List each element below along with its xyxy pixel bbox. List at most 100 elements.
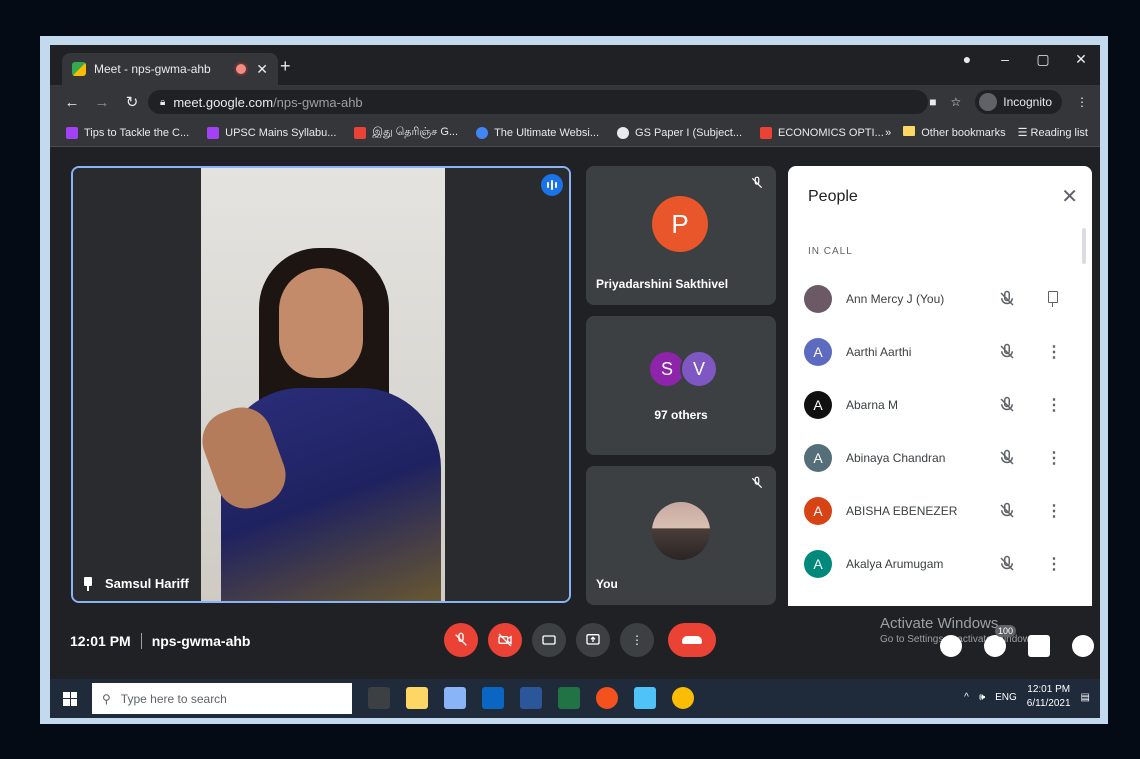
file-explorer-icon[interactable]: [406, 687, 428, 709]
participant-name: Priyadarshini Sakthivel: [596, 277, 729, 291]
more-bookmarks-button[interactable]: »: [885, 127, 891, 139]
self-name: You: [596, 577, 618, 591]
speaker-video: [201, 168, 447, 601]
minimize-button[interactable]: –: [986, 51, 1024, 68]
bookmark-item[interactable]: UPSC Mains Syllabu...: [207, 126, 336, 139]
restore-button[interactable]: ▢: [1024, 51, 1062, 68]
bookmark-item[interactable]: ECONOMICS OPTI...: [760, 126, 884, 139]
bookmark-favicon-icon: [617, 126, 630, 139]
participant-row[interactable]: A ABISHA EBENEZER ⋮: [788, 484, 1092, 537]
more-vert-icon[interactable]: ⋮: [1046, 448, 1062, 468]
toggle-mic-button[interactable]: [444, 623, 478, 657]
toolbar-right: ■ ☆ Incognito ⋮: [929, 90, 1088, 114]
network-app-icon[interactable]: [444, 687, 466, 709]
meeting-details-button[interactable]: [940, 635, 962, 657]
toggle-camera-button[interactable]: [488, 623, 522, 657]
reload-button[interactable]: ↻: [124, 93, 140, 111]
self-tile[interactable]: You: [586, 466, 776, 605]
bookmark-item[interactable]: Tips to Tackle the C...: [66, 126, 189, 139]
incognito-label: Incognito: [1003, 95, 1052, 109]
participant-tile[interactable]: P Priyadarshini Sakthivel: [586, 166, 776, 305]
participant-avatar: P: [652, 196, 708, 252]
participant-row[interactable]: Ann Mercy J (You): [788, 272, 1092, 325]
meeting-info: 12:01 PM nps-gwma-ahb: [70, 633, 250, 649]
taskbar-clock[interactable]: 12:01 PM 6/11/2021: [1027, 683, 1071, 711]
meeting-code: nps-gwma-ahb: [151, 633, 251, 649]
close-window-button[interactable]: ✕: [1062, 51, 1100, 68]
bookmark-item[interactable]: இது தெரிஞ்ச G...: [354, 126, 458, 140]
mic-off-icon[interactable]: [998, 502, 1016, 520]
mic-off-icon[interactable]: [998, 343, 1016, 361]
pin-icon[interactable]: [1046, 290, 1058, 307]
chat-button[interactable]: [1028, 635, 1050, 657]
incognito-icon: [979, 93, 998, 111]
new-tab-button[interactable]: +: [280, 56, 291, 77]
tray-overflow-icon[interactable]: ^: [964, 692, 969, 703]
people-button[interactable]: 100: [984, 625, 1016, 657]
participant-row[interactable]: A Abarna M ⋮: [788, 378, 1092, 431]
terminal-app-icon[interactable]: [368, 687, 390, 709]
mic-off-icon[interactable]: [998, 290, 1016, 308]
mic-off-icon[interactable]: [998, 396, 1016, 414]
other-bookmarks-button[interactable]: Other bookmarks: [903, 126, 1006, 139]
bookmark-item[interactable]: The Ultimate Websi...: [476, 126, 599, 139]
participant-row[interactable]: A Abinaya Chandran ⋮: [788, 431, 1092, 484]
bookmark-favicon-icon: [207, 126, 220, 139]
excel-icon[interactable]: [558, 687, 580, 709]
speaking-indicator-icon: [541, 174, 563, 196]
app-icon[interactable]: [596, 687, 618, 709]
participant-row[interactable]: A Aarthi Aarthi ⋮: [788, 325, 1092, 378]
notifications-icon[interactable]: ▤: [1081, 692, 1090, 703]
present-now-button[interactable]: [576, 623, 610, 657]
pin-icon[interactable]: [83, 576, 93, 591]
bookmark-star-icon[interactable]: ☆: [951, 95, 962, 109]
language-indicator[interactable]: ENG: [995, 692, 1017, 703]
close-icon[interactable]: ✕: [1061, 184, 1078, 209]
windows-logo-icon: [63, 691, 77, 706]
back-button[interactable]: ←: [64, 94, 80, 111]
browser-menu-icon[interactable]: ⋮: [1076, 95, 1088, 109]
more-vert-icon[interactable]: ⋮: [1046, 554, 1062, 574]
browser-tab[interactable]: Meet - nps-gwma-ahb ✕: [62, 53, 278, 85]
leave-call-button[interactable]: [668, 623, 716, 657]
youtube-favicon-icon: [354, 126, 367, 139]
word-icon[interactable]: [520, 687, 542, 709]
taskbar-apps: [368, 687, 694, 709]
participant-row[interactable]: A Akalya Arumugam ⋮: [788, 537, 1092, 590]
tab-close-icon[interactable]: ✕: [256, 61, 268, 78]
start-button[interactable]: [50, 679, 90, 718]
camera-icon[interactable]: ■: [929, 95, 936, 109]
reading-list-button[interactable]: ☰ Reading list: [1018, 126, 1088, 139]
chrome-icon[interactable]: [672, 687, 694, 709]
more-options-button[interactable]: ⋮: [620, 623, 654, 657]
activities-button[interactable]: [1072, 635, 1094, 657]
volume-icon[interactable]: 🕪: [979, 692, 985, 703]
mic-off-icon[interactable]: [998, 555, 1016, 573]
taskbar-search[interactable]: ⚲ Type here to search: [92, 683, 352, 714]
system-tray: ^ 🕪 ENG 12:01 PM 6/11/2021 ▤: [964, 683, 1090, 711]
incognito-badge[interactable]: Incognito: [975, 90, 1062, 114]
mic-off-icon[interactable]: [998, 449, 1016, 467]
bookmark-item[interactable]: GS Paper I (Subject...: [617, 126, 742, 139]
recording-indicator-icon: [236, 64, 247, 74]
more-vert-icon[interactable]: ⋮: [1046, 395, 1062, 415]
participant-count-badge: 100: [994, 625, 1016, 637]
search-placeholder: Type here to search: [120, 691, 227, 706]
call-controls: ⋮: [444, 623, 716, 657]
more-vert-icon[interactable]: ⋮: [1046, 342, 1062, 362]
participant-name: Akalya Arumugam: [846, 556, 944, 571]
lock-icon: 🔒︎: [160, 96, 166, 108]
captions-button[interactable]: [532, 623, 566, 657]
app-icon[interactable]: [634, 687, 656, 709]
participant-avatar: A: [804, 549, 832, 578]
main-speaker-name: Samsul Hariff: [105, 576, 189, 591]
url-path: /nps-gwma-ahb: [273, 94, 363, 110]
forward-button[interactable]: →: [94, 94, 110, 111]
people-scrollbar[interactable]: [1082, 228, 1086, 264]
main-speaker-tile[interactable]: Samsul Hariff: [71, 166, 571, 603]
outlook-icon[interactable]: [482, 687, 504, 709]
profile-icon[interactable]: ●: [948, 51, 986, 68]
address-bar[interactable]: 🔒︎ meet.google.com /nps-gwma-ahb: [148, 90, 928, 114]
others-tile[interactable]: S V 97 others: [586, 316, 776, 455]
more-vert-icon[interactable]: ⋮: [1046, 501, 1062, 521]
